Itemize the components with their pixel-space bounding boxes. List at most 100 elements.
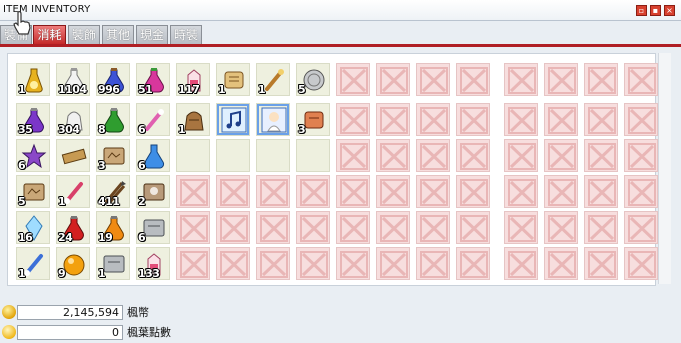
- inventory-slot[interactable]: 3: [96, 139, 130, 172]
- maple-points-label: 楓葉點數: [127, 326, 171, 339]
- inventory-slot[interactable]: 1: [16, 247, 50, 280]
- item-grid: 1 1104 996 51 117 1 1 5 35 304 8 6 1 3 6 3 6 5 1 411 2 16 24 19…: [7, 53, 658, 286]
- inventory-slot[interactable]: 1: [56, 175, 90, 208]
- inventory-slot[interactable]: 6: [136, 103, 170, 136]
- locked-x-icon: [588, 179, 616, 206]
- tab-cash[interactable]: 現金: [136, 25, 168, 44]
- locked-x-icon: [380, 67, 408, 94]
- item-quantity: 304: [58, 123, 80, 136]
- locked-slot: [584, 63, 618, 96]
- item-quantity: 6: [138, 123, 146, 136]
- tab-etc[interactable]: 其他: [102, 25, 134, 44]
- locked-x-icon: [588, 67, 616, 94]
- inventory-slot[interactable]: 1: [96, 247, 130, 280]
- locked-slot: [504, 63, 538, 96]
- locked-x-icon: [460, 215, 488, 242]
- locked-slot: [584, 211, 618, 244]
- locked-x-icon: [508, 143, 536, 170]
- tab-setup[interactable]: 裝飾: [68, 25, 100, 44]
- locked-slot: [216, 247, 250, 280]
- empty-slot[interactable]: [256, 139, 290, 172]
- inventory-slot[interactable]: 5: [16, 175, 50, 208]
- restore-button[interactable]: ▪: [650, 5, 661, 16]
- inventory-slot[interactable]: [216, 103, 250, 136]
- locked-slot: [376, 247, 410, 280]
- locked-x-icon: [300, 215, 328, 242]
- inventory-slot[interactable]: [56, 139, 90, 172]
- locked-slot: [176, 211, 210, 244]
- item-quantity: 117: [178, 83, 200, 96]
- inventory-slot[interactable]: 6: [136, 139, 170, 172]
- locked-x-icon: [548, 215, 576, 242]
- inventory-slot[interactable]: 5: [296, 63, 330, 96]
- locked-slot: [544, 103, 578, 136]
- scrollbar[interactable]: [658, 53, 671, 284]
- locked-slot: [584, 247, 618, 280]
- item-quantity: 6: [18, 159, 26, 172]
- locked-x-icon: [508, 251, 536, 278]
- locked-x-icon: [588, 215, 616, 242]
- tab-use[interactable]: 消耗: [33, 25, 66, 44]
- locked-slot: [416, 63, 450, 96]
- locked-x-icon: [340, 251, 368, 278]
- inventory-slot[interactable]: 35: [16, 103, 50, 136]
- empty-slot[interactable]: [216, 139, 250, 172]
- inventory-slot[interactable]: 24: [56, 211, 90, 244]
- locked-x-icon: [548, 67, 576, 94]
- inventory-slot[interactable]: [256, 103, 290, 136]
- inventory-slot[interactable]: 1: [216, 63, 250, 96]
- locked-slot: [544, 175, 578, 208]
- tab-fashion[interactable]: 時裝: [170, 25, 202, 44]
- inventory-slot[interactable]: 6: [136, 211, 170, 244]
- inventory-slot[interactable]: 996: [96, 63, 130, 96]
- locked-x-icon: [340, 143, 368, 170]
- locked-slot: [544, 139, 578, 172]
- locked-slot: [256, 247, 290, 280]
- tab-underline: [0, 44, 681, 47]
- inventory-slot[interactable]: 3: [296, 103, 330, 136]
- locked-x-icon: [460, 179, 488, 206]
- item-quantity: 3: [298, 123, 306, 136]
- item-quantity: 1: [18, 83, 26, 96]
- locked-slot: [376, 139, 410, 172]
- inventory-slot[interactable]: 304: [56, 103, 90, 136]
- empty-slot[interactable]: [176, 139, 210, 172]
- locked-x-icon: [380, 215, 408, 242]
- locked-slot: [504, 247, 538, 280]
- locked-x-icon: [548, 143, 576, 170]
- inventory-slot[interactable]: 51: [136, 63, 170, 96]
- inventory-slot[interactable]: 411: [96, 175, 130, 208]
- title-bar[interactable]: ITEM INVENTORY ▫ ▪ ×: [0, 0, 681, 21]
- inventory-slot[interactable]: 117: [176, 63, 210, 96]
- inventory-slot[interactable]: 9: [56, 247, 90, 280]
- locked-x-icon: [460, 67, 488, 94]
- inventory-slot[interactable]: 1: [256, 63, 290, 96]
- inventory-slot[interactable]: 1: [176, 103, 210, 136]
- inventory-slot[interactable]: 1: [16, 63, 50, 96]
- locked-x-icon: [180, 179, 208, 206]
- inventory-slot[interactable]: 8: [96, 103, 130, 136]
- inventory-slot[interactable]: 6: [16, 139, 50, 172]
- item-quantity: 35: [18, 123, 33, 136]
- locked-x-icon: [420, 179, 448, 206]
- inventory-window: ITEM INVENTORY ▫ ▪ × 裝備 消耗 裝飾 其他 現金 時裝 1…: [0, 0, 681, 343]
- locked-x-icon: [340, 179, 368, 206]
- locked-x-icon: [380, 179, 408, 206]
- locked-slot: [544, 247, 578, 280]
- locked-x-icon: [628, 215, 656, 242]
- inventory-slot[interactable]: 19: [96, 211, 130, 244]
- item-quantity: 5: [18, 195, 26, 208]
- locked-slot: [216, 175, 250, 208]
- inventory-slot[interactable]: 1104: [56, 63, 90, 96]
- locked-x-icon: [380, 251, 408, 278]
- inventory-slot[interactable]: 16: [16, 211, 50, 244]
- empty-slot[interactable]: [296, 139, 330, 172]
- inventory-slot[interactable]: 133: [136, 247, 170, 280]
- inventory-slot[interactable]: 2: [136, 175, 170, 208]
- item-quantity: 1: [98, 267, 106, 280]
- close-button[interactable]: ×: [664, 5, 675, 16]
- locked-x-icon: [220, 179, 248, 206]
- locked-x-icon: [340, 67, 368, 94]
- minimize-button[interactable]: ▫: [636, 5, 647, 16]
- locked-slot: [584, 103, 618, 136]
